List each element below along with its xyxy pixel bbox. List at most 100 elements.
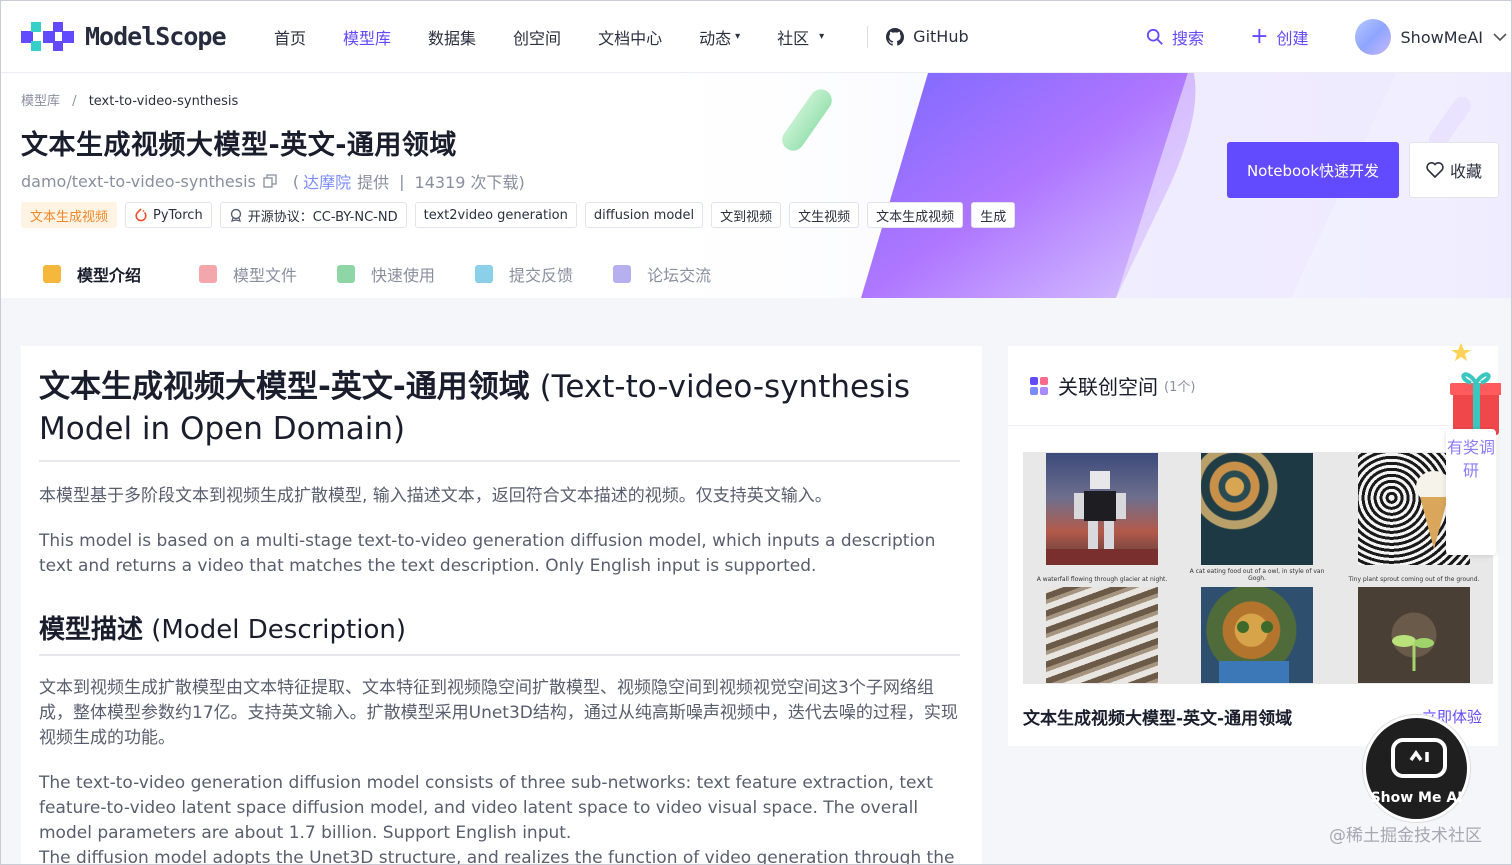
breadcrumb-current: text-to-video-synthesis	[88, 94, 239, 109]
thumbnail-caption: A waterfall flowing through glacier at n…	[1036, 576, 1168, 583]
gift-icon	[1450, 343, 1502, 435]
cube-icon	[43, 264, 61, 283]
model-meta: damo/text-to-video-synthesis ( 达摩院 提供 | …	[21, 169, 525, 193]
notebook-button[interactable]: Notebook快速开发	[1227, 142, 1399, 198]
breadcrumb: 模型库 / text-to-video-synthesis	[21, 90, 238, 109]
cat-thumbnail	[1201, 587, 1313, 683]
search-button[interactable]: 搜索	[1146, 25, 1204, 49]
book-icon	[199, 264, 218, 283]
breadcrumb-separator: /	[72, 94, 77, 109]
search-icon	[1146, 28, 1163, 45]
tag[interactable]: 文本生成视频	[867, 202, 964, 228]
tab-files[interactable]: 模型文件	[181, 249, 315, 298]
coral-thumbnail	[1201, 453, 1313, 565]
chevron-down-icon: ▾	[735, 31, 741, 42]
tab-feedback[interactable]: 提交反馈	[457, 249, 591, 298]
model-tabs: 模型介绍 模型文件 快速使用 提交反馈 论坛交流	[25, 249, 729, 298]
tab-label: 论坛交流	[647, 265, 712, 285]
studio-name[interactable]: 文本生成视频大模型-英文-通用领域	[1023, 704, 1292, 729]
nav-item-studios[interactable]: 创空间	[513, 25, 561, 49]
nav-item-github[interactable]: GitHub	[886, 27, 969, 46]
description-en: The text-to-video generation diffusion m…	[39, 773, 933, 843]
create-button[interactable]: + 创建	[1250, 25, 1308, 49]
modelscope-logo-icon	[21, 21, 74, 52]
chevron-down-icon[interactable]	[1493, 32, 1507, 42]
tag[interactable]: 文到视频	[711, 202, 782, 228]
nav-item-community-label: 社区	[777, 28, 810, 48]
survey-widget[interactable]: 有奖调研	[1441, 341, 1502, 556]
related-studios-card: 关联创空间 (1个) A waterfall flowing through g…	[1008, 346, 1498, 746]
logo[interactable]: ModelScope	[21, 21, 236, 52]
download-count: 14319 次下载)	[414, 173, 525, 192]
github-icon	[886, 27, 905, 46]
nav-right: 搜索 + 创建 ShowMeAI	[1146, 1, 1511, 73]
waterfall-thumbnail	[1046, 587, 1158, 683]
nav-item-docs[interactable]: 文档中心	[598, 25, 662, 49]
cat-figure	[1219, 621, 1289, 683]
username[interactable]: ShowMeAI	[1401, 28, 1483, 47]
framework-tag-label: PyTorch	[153, 207, 203, 223]
tab-label: 模型介绍	[77, 265, 142, 285]
edit-icon	[475, 264, 494, 283]
create-label: 创建	[1276, 29, 1309, 48]
tag[interactable]: diffusion model	[584, 202, 704, 228]
avatar[interactable]	[1354, 19, 1391, 55]
provided-label: 提供	[357, 173, 390, 192]
logo-text: ModelScope	[85, 22, 227, 51]
tag[interactable]: 生成	[971, 202, 1016, 228]
tab-label: 快速使用	[371, 265, 436, 285]
tab-label: 模型文件	[233, 265, 298, 285]
license-tag[interactable]: 开源协议：CC-BY-NC-ND	[219, 202, 407, 228]
thumbnail-caption: Tiny plant sprout coming out of the grou…	[1348, 576, 1480, 583]
section-heading-cn: 模型描述	[39, 615, 144, 645]
showmeai-watermark: Show Me AI	[1363, 715, 1470, 822]
related-studios-header: 关联创空间 (1个)	[1008, 346, 1498, 426]
tab-quickstart[interactable]: 快速使用	[319, 249, 453, 298]
tab-label: 提交反馈	[509, 265, 574, 285]
survey-label: 有奖调研	[1446, 429, 1496, 555]
robot-face-icon	[1391, 738, 1447, 778]
breadcrumb-root[interactable]: 模型库	[21, 94, 60, 109]
section-heading: 模型描述 (Model Description)	[39, 609, 960, 656]
favorite-button[interactable]: 收藏	[1409, 142, 1499, 198]
org-link[interactable]: 达摩院	[303, 169, 351, 193]
chat-icon	[613, 264, 632, 283]
page: ModelScope 首页 模型库 数据集 创空间 文档中心 动态 ▾ 社区 ▾ G…	[0, 0, 1512, 865]
description-en-2: The diffusion model adopts the Unet3D st…	[39, 848, 955, 865]
readme-title-cn: 文本生成视频大模型-英文-通用领域	[39, 369, 530, 405]
nav-item-community[interactable]: 社区 ▾	[777, 25, 824, 49]
framework-tag[interactable]: PyTorch	[125, 202, 212, 228]
license-tag-label: 开源协议：CC-BY-NC-ND	[247, 209, 398, 225]
tab-forum[interactable]: 论坛交流	[595, 249, 729, 298]
model-id: damo/text-to-video-synthesis	[21, 171, 256, 191]
studio-preview-image[interactable]: A waterfall flowing through glacier at n…	[1023, 452, 1493, 684]
tab-intro[interactable]: 模型介绍	[25, 249, 159, 298]
nav-item-models[interactable]: 模型库	[343, 25, 391, 49]
related-studios-count: (1个)	[1164, 380, 1196, 395]
top-navbar: ModelScope 首页 模型库 数据集 创空间 文档中心 动态 ▾ 社区 ▾ G…	[1, 1, 1511, 73]
nav-item-home[interactable]: 首页	[274, 25, 306, 49]
tag[interactable]: 文生视频	[789, 202, 860, 228]
nav-item-news-label: 动态	[699, 28, 732, 48]
tag-list: 文本生成视频 PyTorch 开源协议：CC-BY-NC-ND text2vid…	[21, 202, 1023, 228]
watermark-badge-text: Show Me AI	[1370, 790, 1463, 806]
nav-item-news[interactable]: 动态 ▾	[699, 25, 740, 49]
description-cn: 文本到视频生成扩散模型由文本特征提取、文本特征到视频隐空间扩散模型、视频隐空间到…	[39, 678, 958, 748]
pytorch-icon	[135, 208, 147, 222]
copy-icon[interactable]	[263, 174, 277, 188]
license-icon	[230, 208, 241, 222]
robot-thumbnail	[1046, 453, 1158, 565]
meta-paren: (	[292, 171, 300, 191]
nav-item-datasets[interactable]: 数据集	[428, 25, 476, 49]
apps-icon	[1030, 376, 1048, 395]
plus-icon: +	[1250, 24, 1269, 49]
main-nav: 首页 模型库 数据集 创空间 文档中心 动态 ▾ 社区 ▾ GitHub	[274, 25, 1006, 49]
model-readme: 文本生成视频大模型-英文-通用领域 (Text-to-video-synthes…	[21, 346, 982, 865]
robot-figure	[1046, 471, 1158, 565]
thumbnail-caption: A cat eating food out of a owl, in style…	[1189, 568, 1325, 582]
task-tag[interactable]: 文本生成视频	[21, 202, 118, 228]
readme-title: 文本生成视频大模型-英文-通用领域 (Text-to-video-synthes…	[39, 366, 960, 462]
intro-en: This model is based on a multi-stage tex…	[39, 531, 936, 576]
tag[interactable]: text2video generation	[414, 202, 577, 228]
sprout-figure	[1392, 635, 1434, 671]
